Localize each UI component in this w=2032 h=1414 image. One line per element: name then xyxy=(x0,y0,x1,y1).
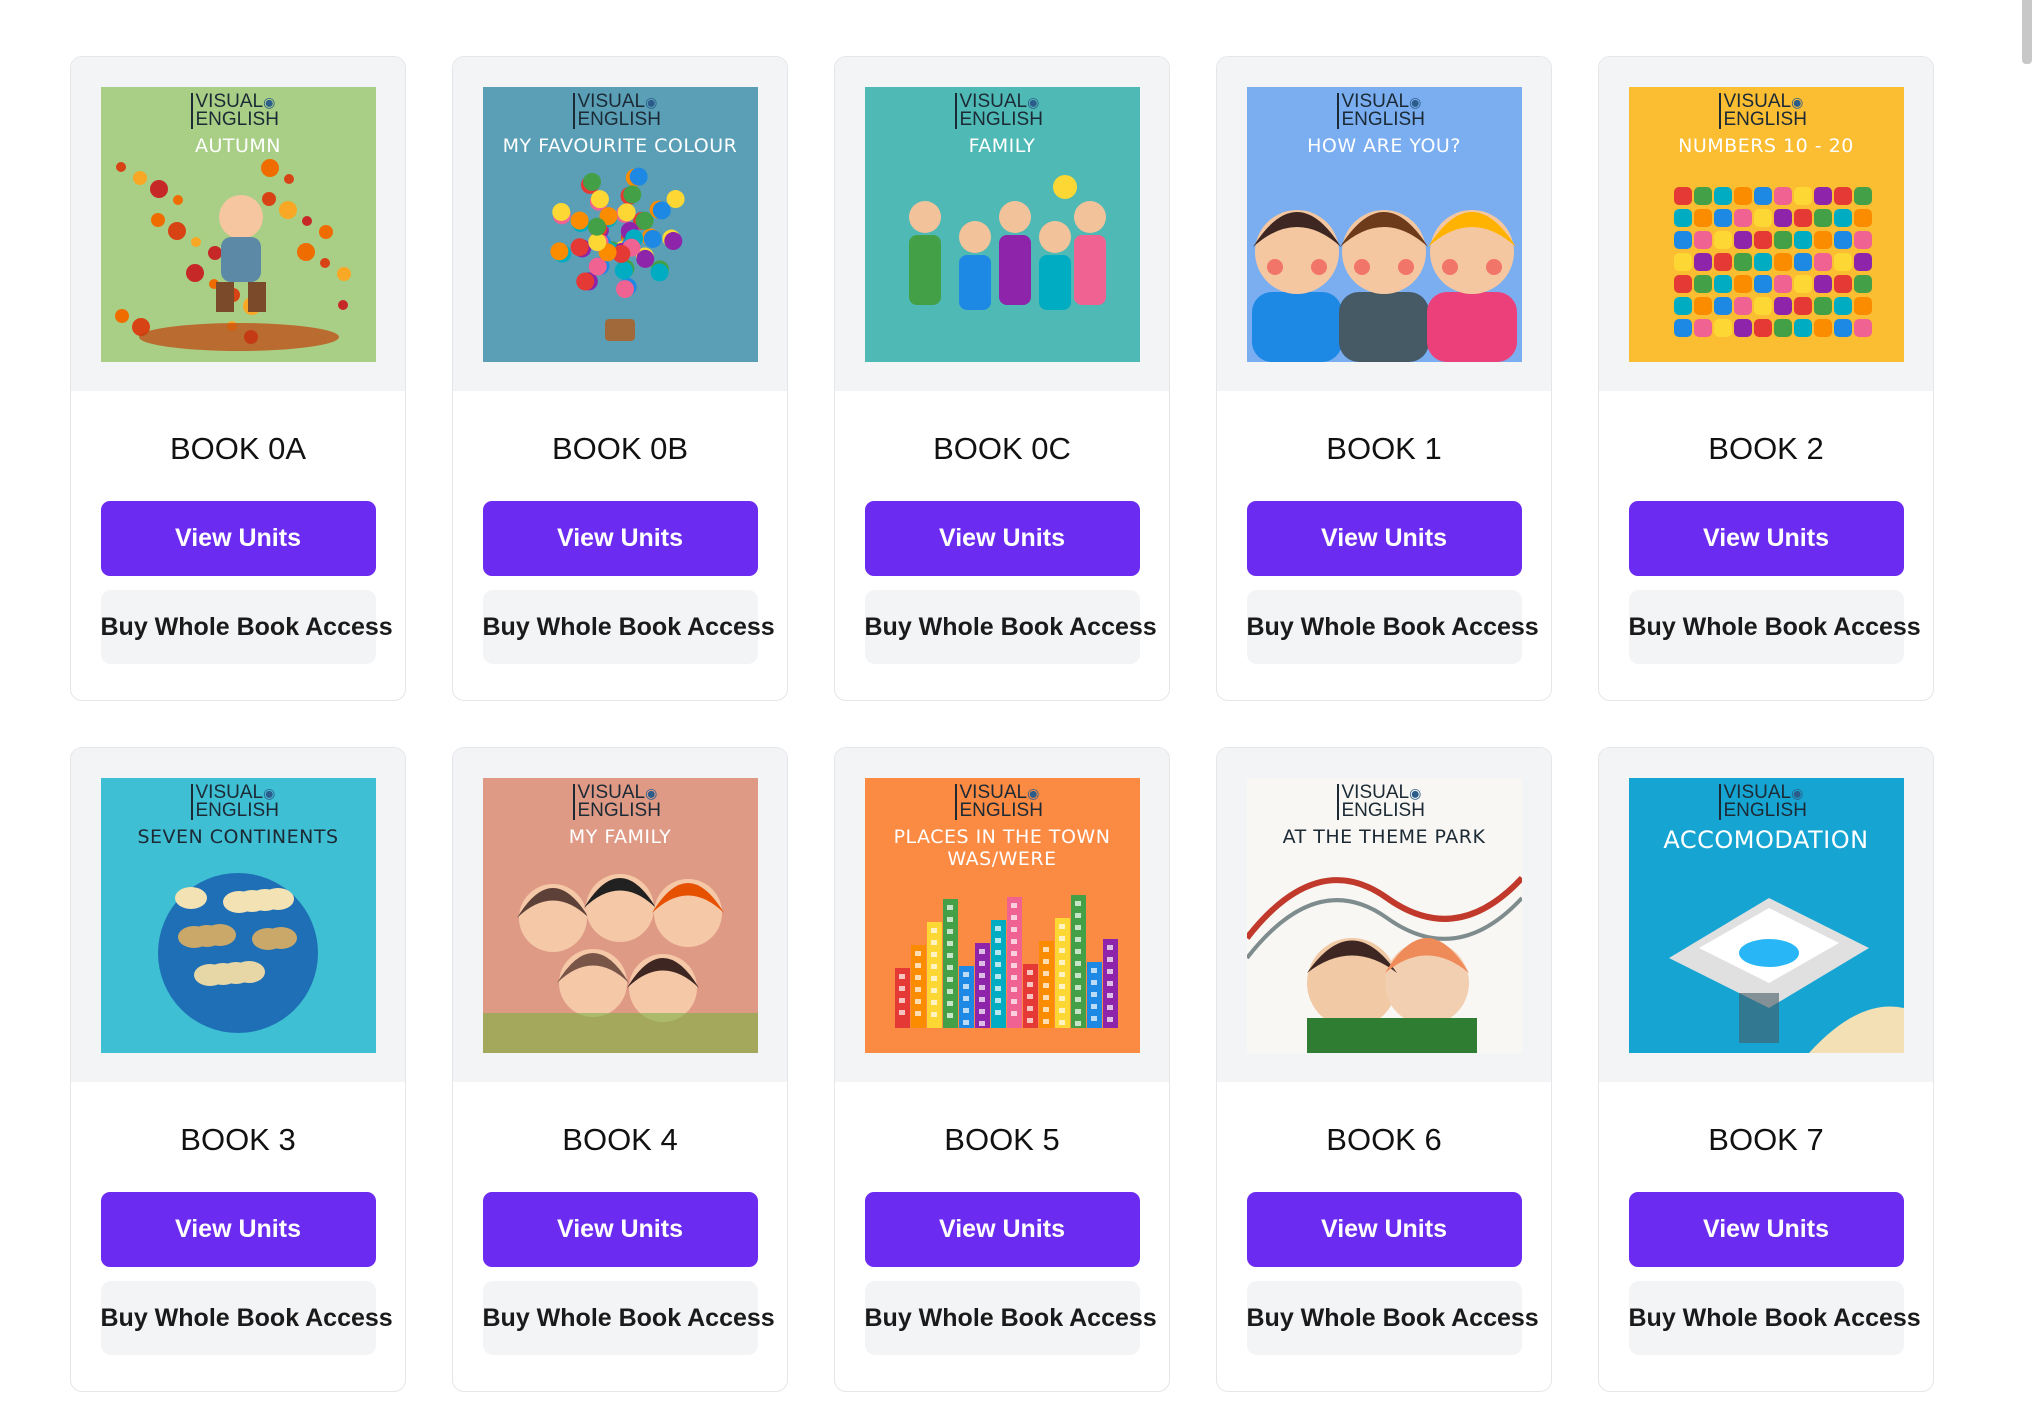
book-title: BOOK 0B xyxy=(551,431,689,466)
book-title: BOOK 6 xyxy=(1326,1122,1442,1157)
book-card: VISUAL◉ ENGLISH AT THE THEME PARK BOOK 6… xyxy=(1216,747,1552,1392)
cover-title: PLACES IN THE TOWN WAS/WERE xyxy=(893,825,1111,870)
book-cover-image[interactable]: VISUAL◉ ENGLISH PLACES IN THE TOWN WAS/W… xyxy=(864,777,1140,1053)
book-cover-image[interactable]: VISUAL◉ ENGLISH SEVEN CONTINENTS xyxy=(100,777,376,1053)
visual-english-logo: VISUAL◉ ENGLISH xyxy=(190,92,279,129)
book-title: BOOK 0A xyxy=(169,431,307,466)
buy-whole-book-button[interactable]: Buy Whole Book Access xyxy=(482,590,775,664)
book-cover-image[interactable]: VISUAL◉ ENGLISH HOW ARE YOU? xyxy=(1246,86,1522,362)
eye-icon: ◉ xyxy=(263,93,276,110)
buy-whole-book-button[interactable]: Buy Whole Book Access xyxy=(100,1281,393,1355)
cover-area: VISUAL◉ ENGLISH MY FAVOURITE COLOUR xyxy=(453,57,787,391)
book-card: VISUAL◉ ENGLISH FAMILY BOOK 0C View Unit… xyxy=(834,56,1170,701)
book-cover-image[interactable]: VISUAL◉ ENGLISH AT THE THEME PARK xyxy=(1246,777,1522,1053)
cover-area: VISUAL◉ ENGLISH AT THE THEME PARK xyxy=(1217,748,1551,1082)
book-card: VISUAL◉ ENGLISH MY FAMILY BOOK 4 View Un… xyxy=(452,747,788,1392)
book-card: VISUAL◉ ENGLISH AUTUMN BOOK 0A View Unit… xyxy=(70,56,406,701)
book-title: BOOK 5 xyxy=(944,1122,1060,1157)
cover-area: VISUAL◉ ENGLISH AUTUMN xyxy=(71,57,405,391)
book-title: BOOK 1 xyxy=(1326,431,1442,466)
book-cover-image[interactable]: VISUAL◉ ENGLISH MY FAMILY xyxy=(482,777,758,1053)
visual-english-logo: VISUAL◉ ENGLISH xyxy=(572,92,661,129)
visual-english-logo: VISUAL◉ ENGLISH xyxy=(1718,92,1807,129)
eye-icon: ◉ xyxy=(645,93,658,110)
scrollbar-thumb[interactable] xyxy=(2022,0,2032,64)
book-card: VISUAL◉ ENGLISH MY FAVOURITE COLOUR BOOK… xyxy=(452,56,788,701)
eye-icon: ◉ xyxy=(1409,784,1422,801)
visual-english-logo: VISUAL◉ ENGLISH xyxy=(954,783,1043,820)
view-units-button[interactable]: View Units xyxy=(482,501,758,576)
cover-title: FAMILY xyxy=(968,134,1036,157)
visual-english-logo: VISUAL◉ ENGLISH xyxy=(190,783,279,820)
cover-title: ACCOMODATION xyxy=(1663,825,1869,854)
book-cover-image[interactable]: VISUAL◉ ENGLISH ACCOMODATION xyxy=(1628,777,1904,1053)
cover-area: VISUAL◉ ENGLISH MY FAMILY xyxy=(453,748,787,1082)
view-units-button[interactable]: View Units xyxy=(1628,1192,1904,1267)
eye-icon: ◉ xyxy=(1409,93,1422,110)
book-title: BOOK 4 xyxy=(562,1122,678,1157)
view-units-button[interactable]: View Units xyxy=(1246,1192,1522,1267)
page-scrollbar[interactable] xyxy=(2018,0,2032,1414)
cover-area: VISUAL◉ ENGLISH HOW ARE YOU? xyxy=(1217,57,1551,391)
book-cover-image[interactable]: VISUAL◉ ENGLISH FAMILY xyxy=(864,86,1140,362)
book-title: BOOK 0C xyxy=(933,431,1071,466)
book-cover-image[interactable]: VISUAL◉ ENGLISH NUMBERS 10 - 20 xyxy=(1628,86,1904,362)
eye-icon: ◉ xyxy=(1791,784,1804,801)
buy-whole-book-button[interactable]: Buy Whole Book Access xyxy=(864,590,1157,664)
buy-whole-book-button[interactable]: Buy Whole Book Access xyxy=(1628,590,1921,664)
visual-english-logo: VISUAL◉ ENGLISH xyxy=(1336,92,1425,129)
cover-title: HOW ARE YOU? xyxy=(1307,134,1461,157)
cover-area: VISUAL◉ ENGLISH SEVEN CONTINENTS xyxy=(71,748,405,1082)
book-title: BOOK 3 xyxy=(180,1122,296,1157)
view-units-button[interactable]: View Units xyxy=(864,501,1140,576)
visual-english-logo: VISUAL◉ ENGLISH xyxy=(954,92,1043,129)
book-title: BOOK 2 xyxy=(1708,431,1824,466)
eye-icon: ◉ xyxy=(645,784,658,801)
book-card: VISUAL◉ ENGLISH HOW ARE YOU? BOOK 1 View… xyxy=(1216,56,1552,701)
book-card: VISUAL◉ ENGLISH NUMBERS 10 - 20 BOOK 2 V… xyxy=(1598,56,1934,701)
eye-icon: ◉ xyxy=(1027,93,1040,110)
visual-english-logo: VISUAL◉ ENGLISH xyxy=(572,783,661,820)
book-cover-image[interactable]: VISUAL◉ ENGLISH MY FAVOURITE COLOUR xyxy=(482,86,758,362)
view-units-button[interactable]: View Units xyxy=(1246,501,1522,576)
book-grid: VISUAL◉ ENGLISH AUTUMN BOOK 0A View Unit… xyxy=(70,56,1934,1392)
view-units-button[interactable]: View Units xyxy=(864,1192,1140,1267)
cover-title: NUMBERS 10 - 20 xyxy=(1678,134,1854,157)
cover-area: VISUAL◉ ENGLISH FAMILY xyxy=(835,57,1169,391)
book-card: VISUAL◉ ENGLISH ACCOMODATION BOOK 7 View… xyxy=(1598,747,1934,1392)
buy-whole-book-button[interactable]: Buy Whole Book Access xyxy=(1246,590,1539,664)
visual-english-logo: VISUAL◉ ENGLISH xyxy=(1336,783,1425,820)
buy-whole-book-button[interactable]: Buy Whole Book Access xyxy=(100,590,393,664)
cover-area: VISUAL◉ ENGLISH NUMBERS 10 - 20 xyxy=(1599,57,1933,391)
cover-title: SEVEN CONTINENTS xyxy=(137,825,339,848)
visual-english-logo: VISUAL◉ ENGLISH xyxy=(1718,783,1807,820)
cover-title: AT THE THEME PARK xyxy=(1282,825,1486,848)
cover-title: MY FAMILY xyxy=(568,825,672,848)
view-units-button[interactable]: View Units xyxy=(100,501,376,576)
view-units-button[interactable]: View Units xyxy=(1628,501,1904,576)
cover-title: MY FAVOURITE COLOUR xyxy=(502,134,738,157)
cover-area: VISUAL◉ ENGLISH ACCOMODATION xyxy=(1599,748,1933,1082)
eye-icon: ◉ xyxy=(1791,93,1804,110)
view-units-button[interactable]: View Units xyxy=(482,1192,758,1267)
cover-area: VISUAL◉ ENGLISH PLACES IN THE TOWN WAS/W… xyxy=(835,748,1169,1082)
buy-whole-book-button[interactable]: Buy Whole Book Access xyxy=(482,1281,775,1355)
book-title: BOOK 7 xyxy=(1708,1122,1824,1157)
buy-whole-book-button[interactable]: Buy Whole Book Access xyxy=(864,1281,1157,1355)
eye-icon: ◉ xyxy=(263,784,276,801)
eye-icon: ◉ xyxy=(1027,784,1040,801)
view-units-button[interactable]: View Units xyxy=(100,1192,376,1267)
book-card: VISUAL◉ ENGLISH PLACES IN THE TOWN WAS/W… xyxy=(834,747,1170,1392)
cover-title: AUTUMN xyxy=(194,134,282,157)
book-card: VISUAL◉ ENGLISH SEVEN CONTINENTS BOOK 3 … xyxy=(70,747,406,1392)
buy-whole-book-button[interactable]: Buy Whole Book Access xyxy=(1246,1281,1539,1355)
book-cover-image[interactable]: VISUAL◉ ENGLISH AUTUMN xyxy=(100,86,376,362)
buy-whole-book-button[interactable]: Buy Whole Book Access xyxy=(1628,1281,1921,1355)
